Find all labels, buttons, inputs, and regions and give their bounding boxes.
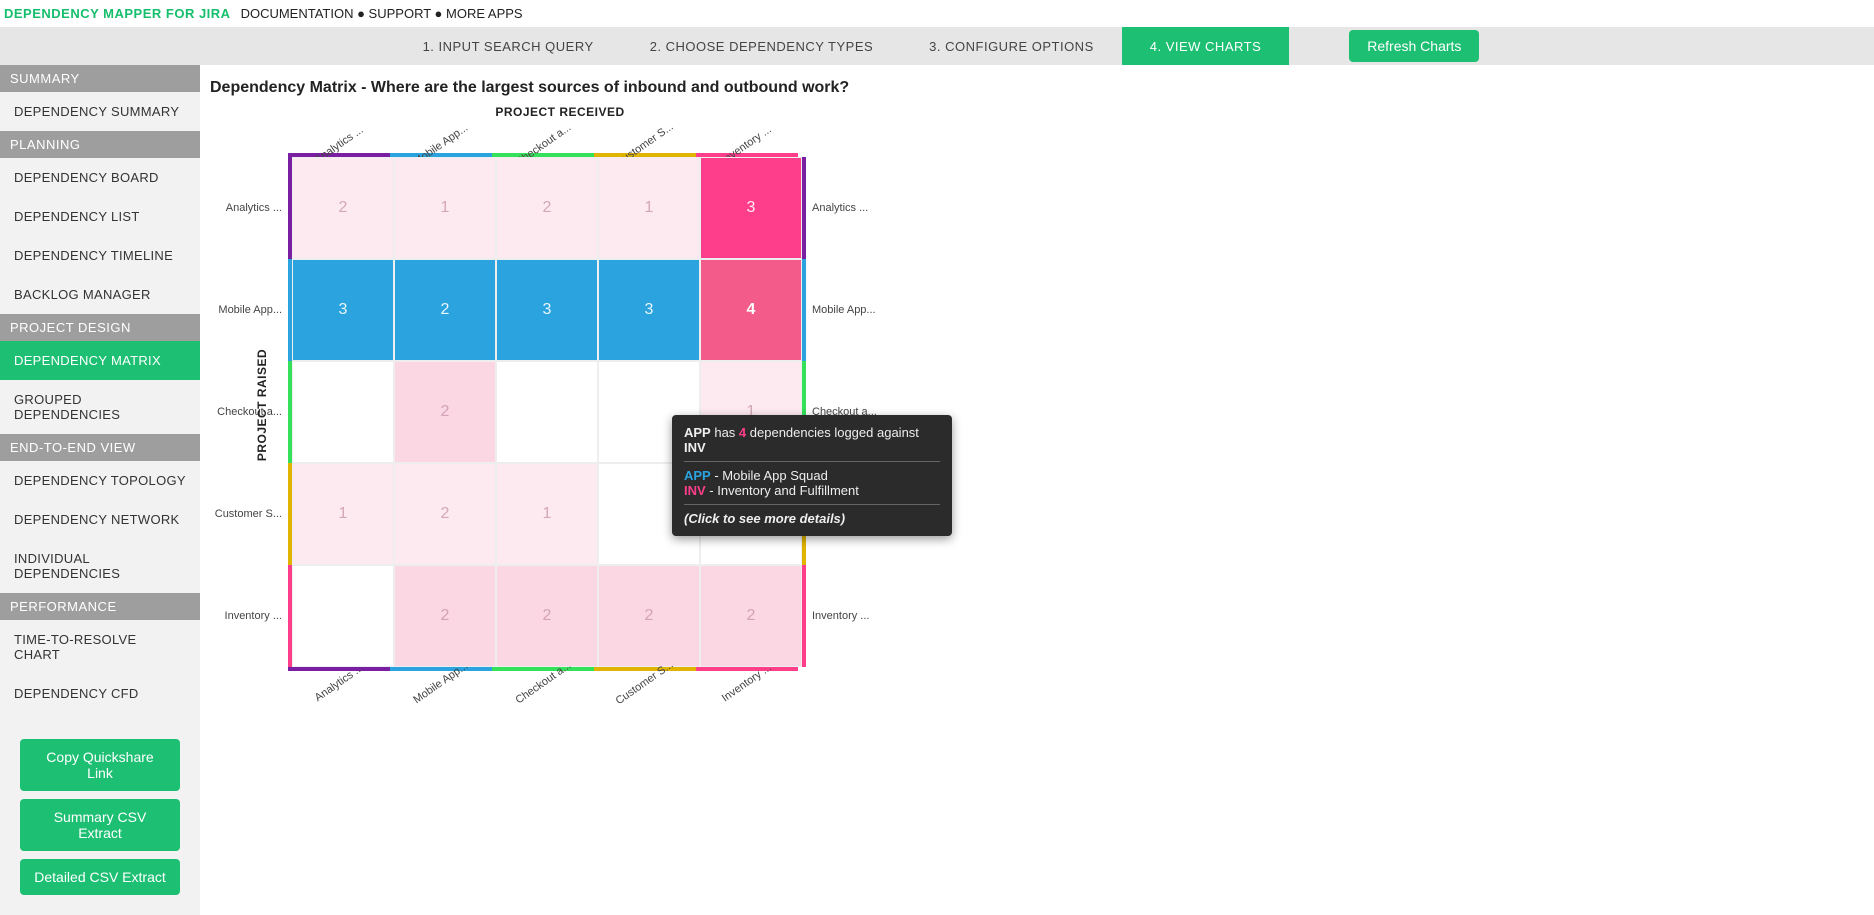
row-label: Checkout a...	[210, 361, 288, 463]
matrix-cell[interactable]: 1	[496, 463, 598, 565]
sidebar-item-grouped-dependencies[interactable]: GROUPED DEPENDENCIES	[0, 380, 200, 434]
column-labels-bottom: Analytics ... Mobile App... Checkout a..…	[288, 671, 910, 705]
main-content: Dependency Matrix - Where are the larges…	[200, 65, 1874, 915]
y-axis-title: PROJECT RAISED	[255, 349, 269, 461]
matrix-cell[interactable]: 2	[394, 361, 496, 463]
step-view-charts[interactable]: 4. VIEW CHARTS	[1122, 27, 1290, 65]
sidebar-header-performance: PERFORMANCE	[0, 593, 200, 620]
top-bar: DEPENDENCY MAPPER FOR JIRA DOCUMENTATION…	[0, 0, 1874, 27]
x-axis-title: PROJECT RECEIVED	[210, 105, 910, 119]
step-dependency-types[interactable]: 2. CHOOSE DEPENDENCY TYPES	[622, 27, 901, 65]
sidebar-item-dependency-topology[interactable]: DEPENDENCY TOPOLOGY	[0, 461, 200, 500]
row-label: Analytics ...	[210, 157, 288, 259]
matrix-cell[interactable]: 1	[598, 157, 700, 259]
row-label: Analytics ...	[806, 157, 884, 259]
sidebar-item-dependency-cfd[interactable]: DEPENDENCY CFD	[0, 674, 200, 713]
matrix-cell[interactable]: 3	[598, 259, 700, 361]
matrix-cell[interactable]: 2	[394, 565, 496, 667]
matrix-cell[interactable]: 1	[292, 463, 394, 565]
row-label: Customer S...	[210, 463, 288, 565]
matrix-cell-highlight[interactable]: 4	[700, 259, 802, 361]
sidebar-item-backlog-manager[interactable]: BACKLOG MANAGER	[0, 275, 200, 314]
refresh-charts-button[interactable]: Refresh Charts	[1349, 30, 1479, 62]
matrix-cell[interactable]: 2	[598, 565, 700, 667]
copy-quickshare-button[interactable]: Copy Quickshare Link	[20, 739, 180, 791]
sidebar-item-individual-dependencies[interactable]: INDIVIDUAL DEPENDENCIES	[0, 539, 200, 593]
sidebar-header-project-design: PROJECT DESIGN	[0, 314, 200, 341]
matrix-cell[interactable]: 2	[496, 157, 598, 259]
step-input-query[interactable]: 1. INPUT SEARCH QUERY	[395, 27, 622, 65]
matrix-cell[interactable]: 1	[292, 565, 394, 667]
matrix-cell[interactable]: 1	[394, 157, 496, 259]
sidebar-item-dependency-summary[interactable]: DEPENDENCY SUMMARY	[0, 92, 200, 131]
sidebar-header-end-to-end: END-TO-END VIEW	[0, 434, 200, 461]
matrix-cell[interactable]: 1	[292, 361, 394, 463]
sidebar-item-dependency-network[interactable]: DEPENDENCY NETWORK	[0, 500, 200, 539]
matrix-cell[interactable]: 3	[700, 157, 802, 259]
summary-csv-button[interactable]: Summary CSV Extract	[20, 799, 180, 851]
matrix-cell[interactable]: 3	[292, 259, 394, 361]
tooltip-summary: APP has 4 dependencies logged against IN…	[684, 425, 940, 455]
row-label: Inventory ...	[806, 565, 884, 667]
row-label: Inventory ...	[210, 565, 288, 667]
dependency-matrix-chart[interactable]: PROJECT RECEIVED Analytics ... Mobile Ap…	[210, 105, 910, 705]
step-configure-options[interactable]: 3. CONFIGURE OPTIONS	[901, 27, 1122, 65]
row-label: Mobile App...	[806, 259, 884, 361]
detailed-csv-button[interactable]: Detailed CSV Extract	[20, 859, 180, 895]
matrix-cell[interactable]: 3	[496, 259, 598, 361]
matrix-cell[interactable]: 2	[700, 565, 802, 667]
step-bar: 1. INPUT SEARCH QUERY 2. CHOOSE DEPENDEN…	[0, 27, 1874, 65]
tooltip-app-line: APP - Mobile App Squad	[684, 468, 940, 483]
sidebar-item-dependency-list[interactable]: DEPENDENCY LIST	[0, 197, 200, 236]
brand-title: DEPENDENCY MAPPER FOR JIRA	[4, 6, 231, 21]
chart-title: Dependency Matrix - Where are the larges…	[210, 79, 1866, 97]
matrix-cell[interactable]: 2	[496, 565, 598, 667]
matrix-cell[interactable]: 2	[394, 259, 496, 361]
row-label: Mobile App...	[210, 259, 288, 361]
tooltip-inv-line: INV - Inventory and Fulfillment	[684, 483, 940, 498]
matrix-cell[interactable]: 2	[394, 463, 496, 565]
sidebar-item-dependency-timeline[interactable]: DEPENDENCY TIMELINE	[0, 236, 200, 275]
sidebar-item-dependency-board[interactable]: DEPENDENCY BOARD	[0, 158, 200, 197]
column-labels-top: Analytics ... Mobile App... Checkout a..…	[288, 119, 910, 153]
sidebar-item-dependency-matrix[interactable]: DEPENDENCY MATRIX	[0, 341, 200, 380]
row-labels-left: Analytics ... Mobile App... Checkout a..…	[210, 157, 288, 667]
row-labels-right: Analytics ... Mobile App... Checkout a..…	[806, 157, 884, 667]
sidebar-item-time-to-resolve[interactable]: TIME-TO-RESOLVE CHART	[0, 620, 200, 674]
tooltip-click-hint: (Click to see more details)	[684, 511, 940, 526]
sidebar-header-planning: PLANNING	[0, 131, 200, 158]
sidebar-header-summary: SUMMARY	[0, 65, 200, 92]
sidebar: SUMMARY DEPENDENCY SUMMARY PLANNING DEPE…	[0, 65, 200, 915]
matrix-tooltip[interactable]: APP has 4 dependencies logged against IN…	[672, 415, 952, 536]
matrix-cell[interactable]: 1	[496, 361, 598, 463]
matrix-grid[interactable]: 2 1 2 1 3 3 2 3 3 4 1 2 1 1 1	[292, 157, 802, 667]
top-links[interactable]: DOCUMENTATION ● SUPPORT ● MORE APPS	[241, 6, 523, 21]
matrix-cell[interactable]: 2	[292, 157, 394, 259]
